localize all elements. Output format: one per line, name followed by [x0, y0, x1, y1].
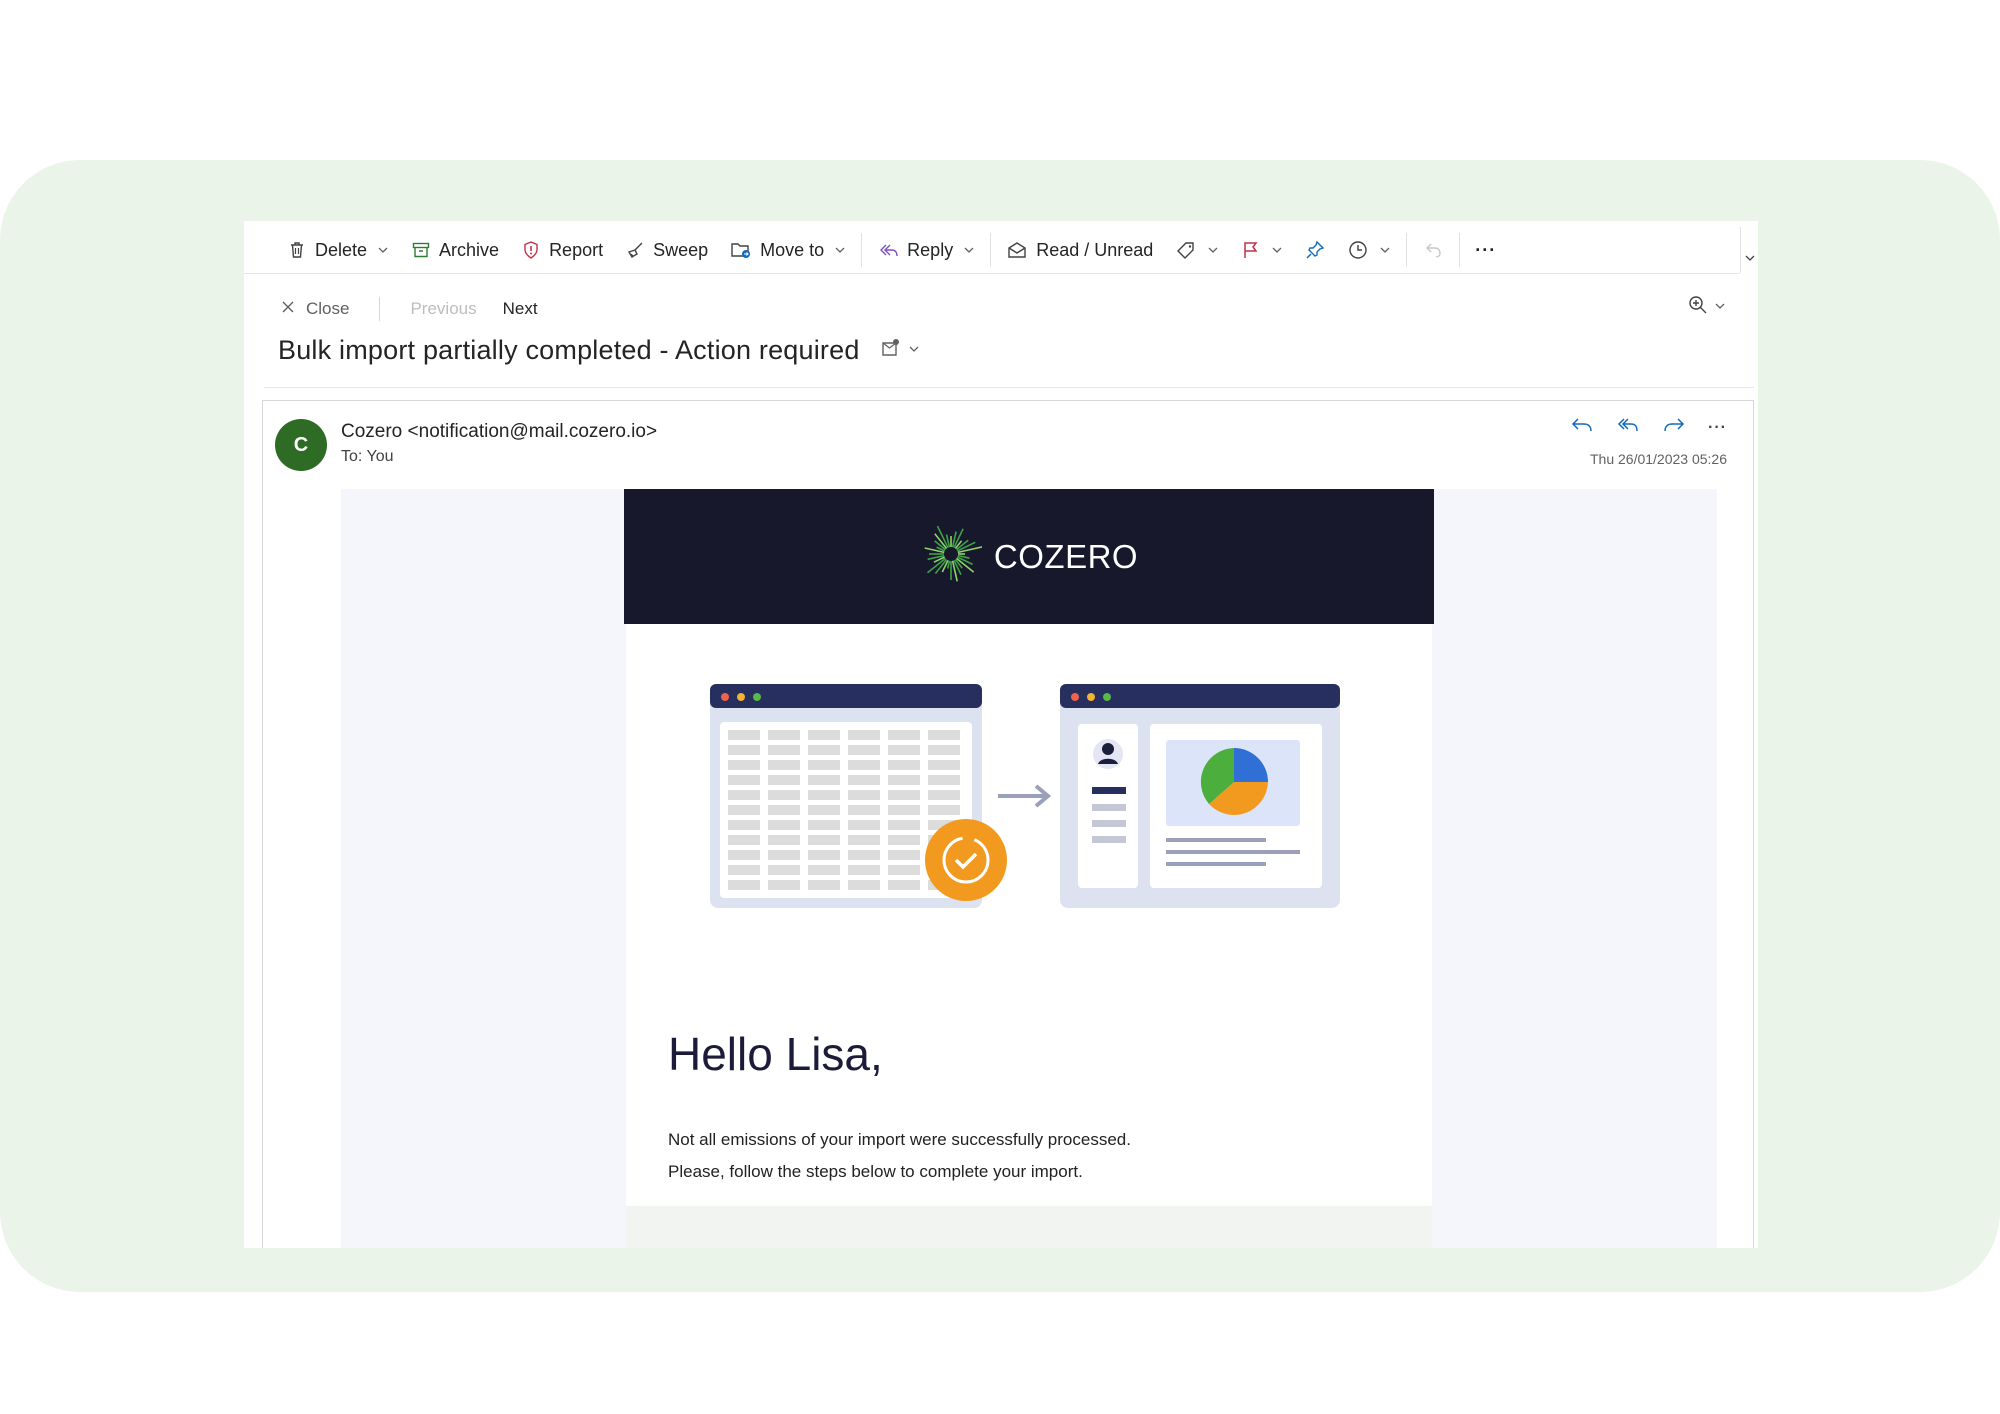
toolbar-divider	[861, 233, 863, 267]
email-main-content: Hello Lisa, Not all emissions of your im…	[626, 624, 1432, 1206]
sweep-label: Sweep	[653, 239, 709, 260]
reply-all-icon	[877, 240, 899, 260]
undo-button[interactable]	[1411, 227, 1455, 273]
flag-button[interactable]	[1230, 227, 1294, 273]
categorize-button[interactable]	[1164, 227, 1230, 273]
move-to-label: Move to	[760, 239, 825, 260]
reply-label: Reply	[907, 239, 954, 260]
chevron-down-icon	[908, 342, 920, 360]
email-body: COZERO Hello Lisa, Not all emissions of …	[624, 489, 1434, 1248]
more-actions-button[interactable]: ···	[1464, 227, 1507, 273]
more-label: ···	[1475, 239, 1497, 260]
message-actions: ···	[1570, 415, 1727, 440]
email-subject: Bulk import partially completed - Action…	[278, 335, 860, 365]
undo-icon	[1422, 240, 1444, 260]
move-to-button[interactable]: Move to	[719, 227, 857, 273]
next-button[interactable]: Next	[503, 299, 538, 319]
toolbar-divider	[1459, 233, 1461, 267]
command-toolbar: Delete Archive Report Sweep Move to Repl…	[244, 227, 1740, 273]
trash-icon	[287, 240, 307, 260]
reply-button[interactable]: Reply	[866, 227, 986, 273]
brand-name: COZERO	[993, 537, 1139, 575]
read-unread-label: Read / Unread	[1036, 239, 1154, 260]
archive-icon	[411, 240, 431, 260]
previous-button[interactable]: Previous	[410, 299, 476, 319]
archive-button[interactable]: Archive	[400, 227, 510, 273]
mail-window: Delete Archive Report Sweep Move to Repl…	[244, 221, 1758, 1248]
chevron-down-icon[interactable]	[1271, 244, 1283, 256]
chevron-down-icon[interactable]	[963, 244, 975, 256]
message-navigation: Close Previous Next	[280, 297, 538, 321]
summarize-button[interactable]	[880, 338, 920, 363]
email-next-section	[626, 1206, 1432, 1248]
nav-divider	[379, 297, 381, 321]
broom-icon	[625, 240, 645, 260]
message-more-button[interactable]: ···	[1708, 419, 1727, 437]
toolbar-border	[244, 273, 1740, 274]
sweep-button[interactable]: Sweep	[614, 227, 719, 273]
envelope-summary-icon	[880, 338, 902, 363]
close-button[interactable]: Close	[280, 299, 349, 320]
read-unread-button[interactable]: Read / Unread	[995, 227, 1164, 273]
subject-row: Bulk import partially completed - Action…	[278, 335, 920, 366]
chevron-down-icon[interactable]	[377, 244, 389, 256]
chevron-down-icon	[1714, 299, 1726, 317]
pin-button[interactable]	[1294, 227, 1336, 273]
clock-icon	[1347, 239, 1369, 261]
avatar[interactable]: C	[275, 419, 327, 471]
email-greeting: Hello Lisa,	[668, 1028, 883, 1080]
email-body-line: Please, follow the steps below to comple…	[668, 1162, 1083, 1181]
zoom-button[interactable]	[1688, 295, 1726, 320]
chevron-down-icon[interactable]	[1379, 244, 1391, 256]
import-illustration	[710, 684, 1350, 939]
close-label: Close	[306, 299, 350, 318]
delete-button[interactable]: Delete	[276, 227, 400, 273]
reply-icon[interactable]	[1570, 415, 1594, 440]
flag-icon	[1241, 240, 1261, 260]
forward-icon[interactable]	[1662, 415, 1686, 440]
snooze-button[interactable]	[1336, 227, 1402, 273]
tag-icon	[1175, 240, 1197, 260]
zoom-icon	[1688, 295, 1708, 320]
toolbar-divider	[1406, 233, 1408, 267]
chevron-down-icon[interactable]	[1744, 251, 1756, 269]
toolbar-divider	[1740, 227, 1741, 273]
envelope-open-icon	[1006, 240, 1028, 260]
reply-all-icon[interactable]	[1616, 415, 1640, 440]
message-card: C Cozero <notification@mail.cozero.io> T…	[262, 400, 1754, 1248]
close-icon	[280, 299, 296, 320]
delete-label: Delete	[315, 239, 368, 260]
pin-icon	[1305, 240, 1325, 260]
folder-move-icon	[730, 240, 752, 260]
email-body-background: COZERO Hello Lisa, Not all emissions of …	[341, 489, 1717, 1248]
recipient-line: To: You	[341, 448, 394, 465]
reading-pane-header: Close Previous Next Bulk import partiall…	[264, 283, 1754, 388]
email-header-banner: COZERO	[624, 489, 1434, 624]
chevron-down-icon[interactable]	[834, 244, 846, 256]
email-body-line: Not all emissions of your import were su…	[668, 1130, 1131, 1149]
toolbar-divider	[990, 233, 992, 267]
report-button[interactable]: Report	[510, 227, 614, 273]
shield-alert-icon	[521, 240, 541, 260]
message-date: Thu 26/01/2023 05:26	[1589, 451, 1727, 467]
chevron-down-icon[interactable]	[1207, 244, 1219, 256]
cozero-logo-icon	[920, 523, 983, 590]
report-label: Report	[549, 239, 604, 260]
archive-label: Archive	[439, 239, 500, 260]
sender-address[interactable]: Cozero <notification@mail.cozero.io>	[341, 421, 657, 443]
